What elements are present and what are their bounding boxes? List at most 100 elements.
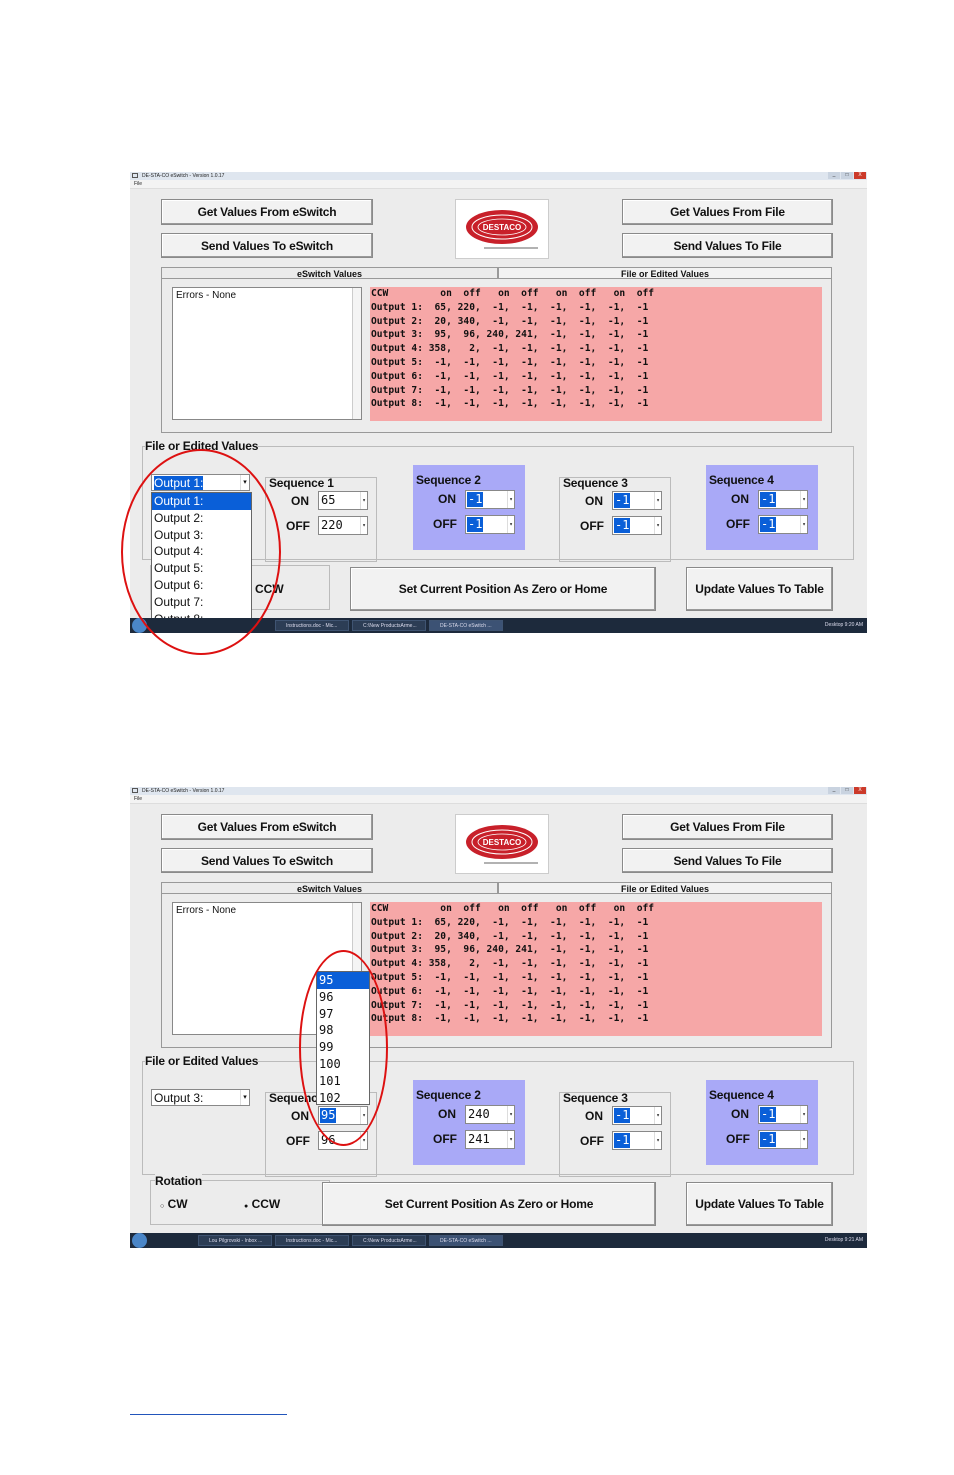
start-icon[interactable]: [132, 1233, 147, 1248]
seq2-on-input[interactable]: -1 ▾: [465, 490, 515, 509]
on-label: ON: [731, 492, 749, 506]
ccw-radio[interactable]: ● CCW: [244, 1197, 280, 1211]
errors-text: Errors - None: [176, 290, 237, 301]
maximize-button[interactable]: □: [841, 787, 853, 794]
seq4-on-input[interactable]: -1 ▾: [758, 490, 808, 509]
spin-arrow-icon: ▾: [507, 1106, 514, 1123]
seq4-on-input[interactable]: -1 ▾: [758, 1105, 808, 1124]
scrollbar[interactable]: [352, 288, 361, 419]
seq1-on-input[interactable]: 65 ▾: [318, 491, 368, 510]
seq2-off-input[interactable]: -1 ▾: [465, 515, 515, 534]
sequence-title: Sequence 4: [709, 1088, 774, 1102]
menu-file[interactable]: File: [134, 180, 142, 188]
destaco-logo: DESTACO: [455, 814, 549, 874]
sequence-4-group: Sequence 4 ON OFF -1 ▾ -1 ▾: [706, 1080, 818, 1165]
cw-label: CW: [167, 1197, 188, 1211]
off-label: OFF: [726, 1132, 750, 1146]
off-label: OFF: [433, 517, 457, 531]
values-row: Output 6: -1, -1, -1, -1, -1, -1, -1, -1: [371, 370, 649, 382]
get-values-from-eswitch-button[interactable]: Get Values From eSwitch: [161, 199, 373, 225]
output-select[interactable]: Output 3: ▾: [151, 1089, 250, 1106]
seq3-off-input[interactable]: -1 ▾: [612, 516, 662, 535]
send-values-to-file-button[interactable]: Send Values To File: [622, 848, 833, 873]
taskbar-item[interactable]: Instructions.doc - Mic...: [275, 1235, 349, 1246]
screenshot-2: DE-STA-CO eSwitch - Version 1.0.17 _ □ X…: [130, 787, 867, 1248]
sequence-4-group: Sequence 4 ON OFF -1 ▾ -1 ▾: [706, 465, 818, 550]
close-button[interactable]: X: [854, 787, 866, 794]
values-row: CCW on off on off on off on off: [371, 288, 655, 299]
values-row: Output 7: -1, -1, -1, -1, -1, -1, -1, -1: [371, 384, 649, 396]
off-label: OFF: [433, 1132, 457, 1146]
spin-arrow-icon: ▾: [360, 492, 367, 509]
spin-arrow-icon: ▾: [654, 517, 661, 534]
window-title: DE-STA-CO eSwitch - Version 1.0.17: [142, 173, 225, 179]
send-values-to-eswitch-button[interactable]: Send Values To eSwitch: [161, 848, 373, 873]
spin-arrow-icon: ▾: [654, 1107, 661, 1124]
seq3-off-input[interactable]: -1 ▾: [612, 1131, 662, 1150]
values-row: Output 3: 95, 96, 240, 241, -1, -1, -1, …: [371, 329, 649, 341]
maximize-button[interactable]: □: [841, 172, 853, 179]
values-row: Output 6: -1, -1, -1, -1, -1, -1, -1, -1: [371, 985, 649, 997]
seq2-off-input[interactable]: 241 ▾: [465, 1130, 515, 1149]
app-icon: [132, 173, 138, 178]
sequence-title: Sequence 3: [563, 1091, 628, 1105]
values-row: Output 8: -1, -1, -1, -1, -1, -1, -1, -1: [371, 398, 649, 410]
on-label: ON: [585, 494, 603, 508]
values-row: Output 2: 20, 340, -1, -1, -1, -1, -1, -…: [371, 315, 649, 327]
get-values-from-file-button[interactable]: Get Values From File: [622, 814, 833, 840]
menu-bar: File: [130, 795, 867, 804]
on-label: ON: [585, 1109, 603, 1123]
values-row: CCW on off on off on off on off: [371, 903, 655, 914]
values-row: Output 5: -1, -1, -1, -1, -1, -1, -1, -1: [371, 971, 649, 983]
update-values-button[interactable]: Update Values To Table: [686, 567, 833, 611]
send-values-to-file-button[interactable]: Send Values To File: [622, 233, 833, 258]
values-row: Output 3: 95, 96, 240, 241, -1, -1, -1, …: [371, 944, 649, 956]
logo-text: DESTACO: [483, 223, 522, 232]
rotation-title: Rotation: [155, 1174, 203, 1188]
seq3-on-input[interactable]: -1 ▾: [612, 491, 662, 510]
off-label: OFF: [726, 517, 750, 531]
errors-textarea[interactable]: Errors - None: [172, 287, 362, 420]
get-values-from-file-button[interactable]: Get Values From File: [622, 199, 833, 225]
seq3-on-input[interactable]: -1 ▾: [612, 1106, 662, 1125]
spin-arrow-icon: ▾: [654, 492, 661, 509]
taskbar-item[interactable]: DE-STA-CO eSwitch ...: [429, 620, 503, 631]
get-values-from-eswitch-button[interactable]: Get Values From eSwitch: [161, 814, 373, 840]
set-zero-button[interactable]: Set Current Position As Zero or Home: [350, 567, 656, 611]
seq4-off-input[interactable]: -1 ▾: [758, 1130, 808, 1149]
spin-arrow-icon: ▾: [507, 516, 514, 533]
on-label: ON: [438, 1107, 456, 1121]
close-button[interactable]: X: [854, 172, 866, 179]
send-values-to-eswitch-button[interactable]: Send Values To eSwitch: [161, 233, 373, 258]
taskbar-item[interactable]: DE-STA-CO eSwitch ...: [429, 1235, 503, 1246]
menu-bar: File: [130, 180, 867, 189]
footnote-divider: [130, 1414, 287, 1415]
cw-radio[interactable]: ○ CW: [160, 1197, 188, 1211]
annotation-circle: [121, 449, 281, 655]
update-values-button[interactable]: Update Values To Table: [686, 1182, 833, 1226]
system-tray: Desktop 9:20 AM: [824, 622, 863, 628]
logo-text: DESTACO: [483, 838, 522, 847]
seq2-on-input[interactable]: 240 ▾: [465, 1105, 515, 1124]
minimize-button[interactable]: _: [828, 787, 840, 794]
values-row: Output 5: -1, -1, -1, -1, -1, -1, -1, -1: [371, 356, 649, 368]
sequence-title: Sequence 3: [563, 476, 628, 490]
off-label: OFF: [286, 519, 310, 533]
taskbar-item[interactable]: Lou Pilgrovski - Inbox ...: [198, 1235, 272, 1246]
seq1-off-input[interactable]: 220 ▾: [318, 516, 368, 535]
seq4-off-input[interactable]: -1 ▾: [758, 515, 808, 534]
menu-file[interactable]: File: [134, 795, 142, 803]
destaco-logo: DESTACO: [455, 199, 549, 259]
values-table: CCW on off on off on off on off Output 1:…: [370, 287, 822, 421]
minimize-button[interactable]: _: [828, 172, 840, 179]
values-row: Output 1: 65, 220, -1, -1, -1, -1, -1, -…: [371, 916, 649, 928]
sequence-3-group: Sequence 3 ON OFF -1 ▾ -1 ▾: [559, 1091, 671, 1177]
set-zero-button[interactable]: Set Current Position As Zero or Home: [322, 1182, 656, 1226]
errors-text: Errors - None: [176, 905, 237, 916]
sequence-title: Sequence 2: [416, 473, 481, 487]
taskbar-item[interactable]: Instructions.doc - Mic...: [275, 620, 349, 631]
off-label: OFF: [286, 1134, 310, 1148]
taskbar-item[interactable]: C:\New ProductsArme...: [352, 1235, 426, 1246]
taskbar-item[interactable]: C:\New ProductsArme...: [352, 620, 426, 631]
system-tray: Desktop 9:21 AM: [824, 1237, 863, 1243]
